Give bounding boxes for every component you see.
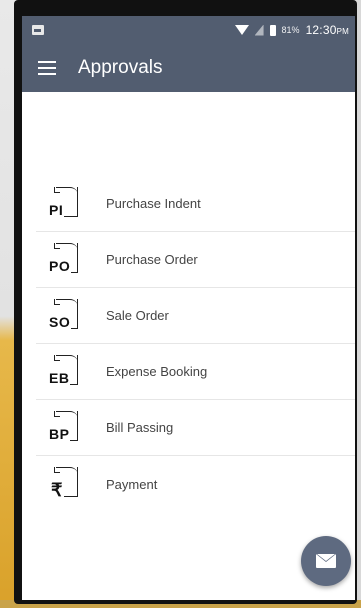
approval-item-sale-order[interactable]: SO Sale Order [36, 288, 355, 344]
sale-order-document-icon: SO [48, 298, 86, 333]
battery-percent: 81% [281, 25, 300, 35]
mail-icon [316, 554, 336, 568]
payment-rupee-document-icon: ₹ [48, 467, 86, 501]
hamburger-menu-icon[interactable] [22, 44, 78, 92]
compose-mail-fab[interactable] [301, 536, 351, 586]
approval-item-bill-passing[interactable]: BP Bill Passing [36, 400, 355, 456]
cell-signal-icon [254, 24, 264, 36]
status-bar: 81% 12:30PM [22, 16, 355, 44]
purchase-order-document-icon: PO [48, 242, 86, 277]
wifi-icon [234, 25, 249, 35]
battery-icon [269, 24, 276, 36]
expense-booking-document-icon: EB [48, 354, 86, 389]
approval-item-payment[interactable]: ₹ Payment [36, 456, 355, 512]
approval-item-label: Payment [106, 476, 158, 492]
approval-item-expense-booking[interactable]: EB Expense Booking [36, 344, 355, 400]
approval-item-label: Purchase Indent [106, 196, 201, 211]
approval-item-label: Expense Booking [106, 364, 208, 379]
approvals-list: PI Purchase Indent PO Purchase Order SO … [36, 176, 355, 512]
notification-app-icon [32, 25, 44, 35]
status-time: 12:30PM [305, 23, 349, 37]
bill-passing-document-icon: BP [48, 410, 86, 445]
page-title: Approvals [78, 57, 163, 78]
purchase-indent-document-icon: PI [48, 186, 86, 221]
approval-item-purchase-indent[interactable]: PI Purchase Indent [36, 176, 355, 232]
approval-item-label: Bill Passing [106, 420, 174, 435]
app-screen: 81% 12:30PM Approvals PI Purchase Indent… [22, 16, 355, 600]
app-bar: Approvals [22, 44, 355, 92]
approval-item-label: Purchase Order [106, 252, 198, 267]
approval-item-purchase-order[interactable]: PO Purchase Order [36, 232, 355, 288]
approval-item-label: Sale Order [106, 308, 169, 323]
